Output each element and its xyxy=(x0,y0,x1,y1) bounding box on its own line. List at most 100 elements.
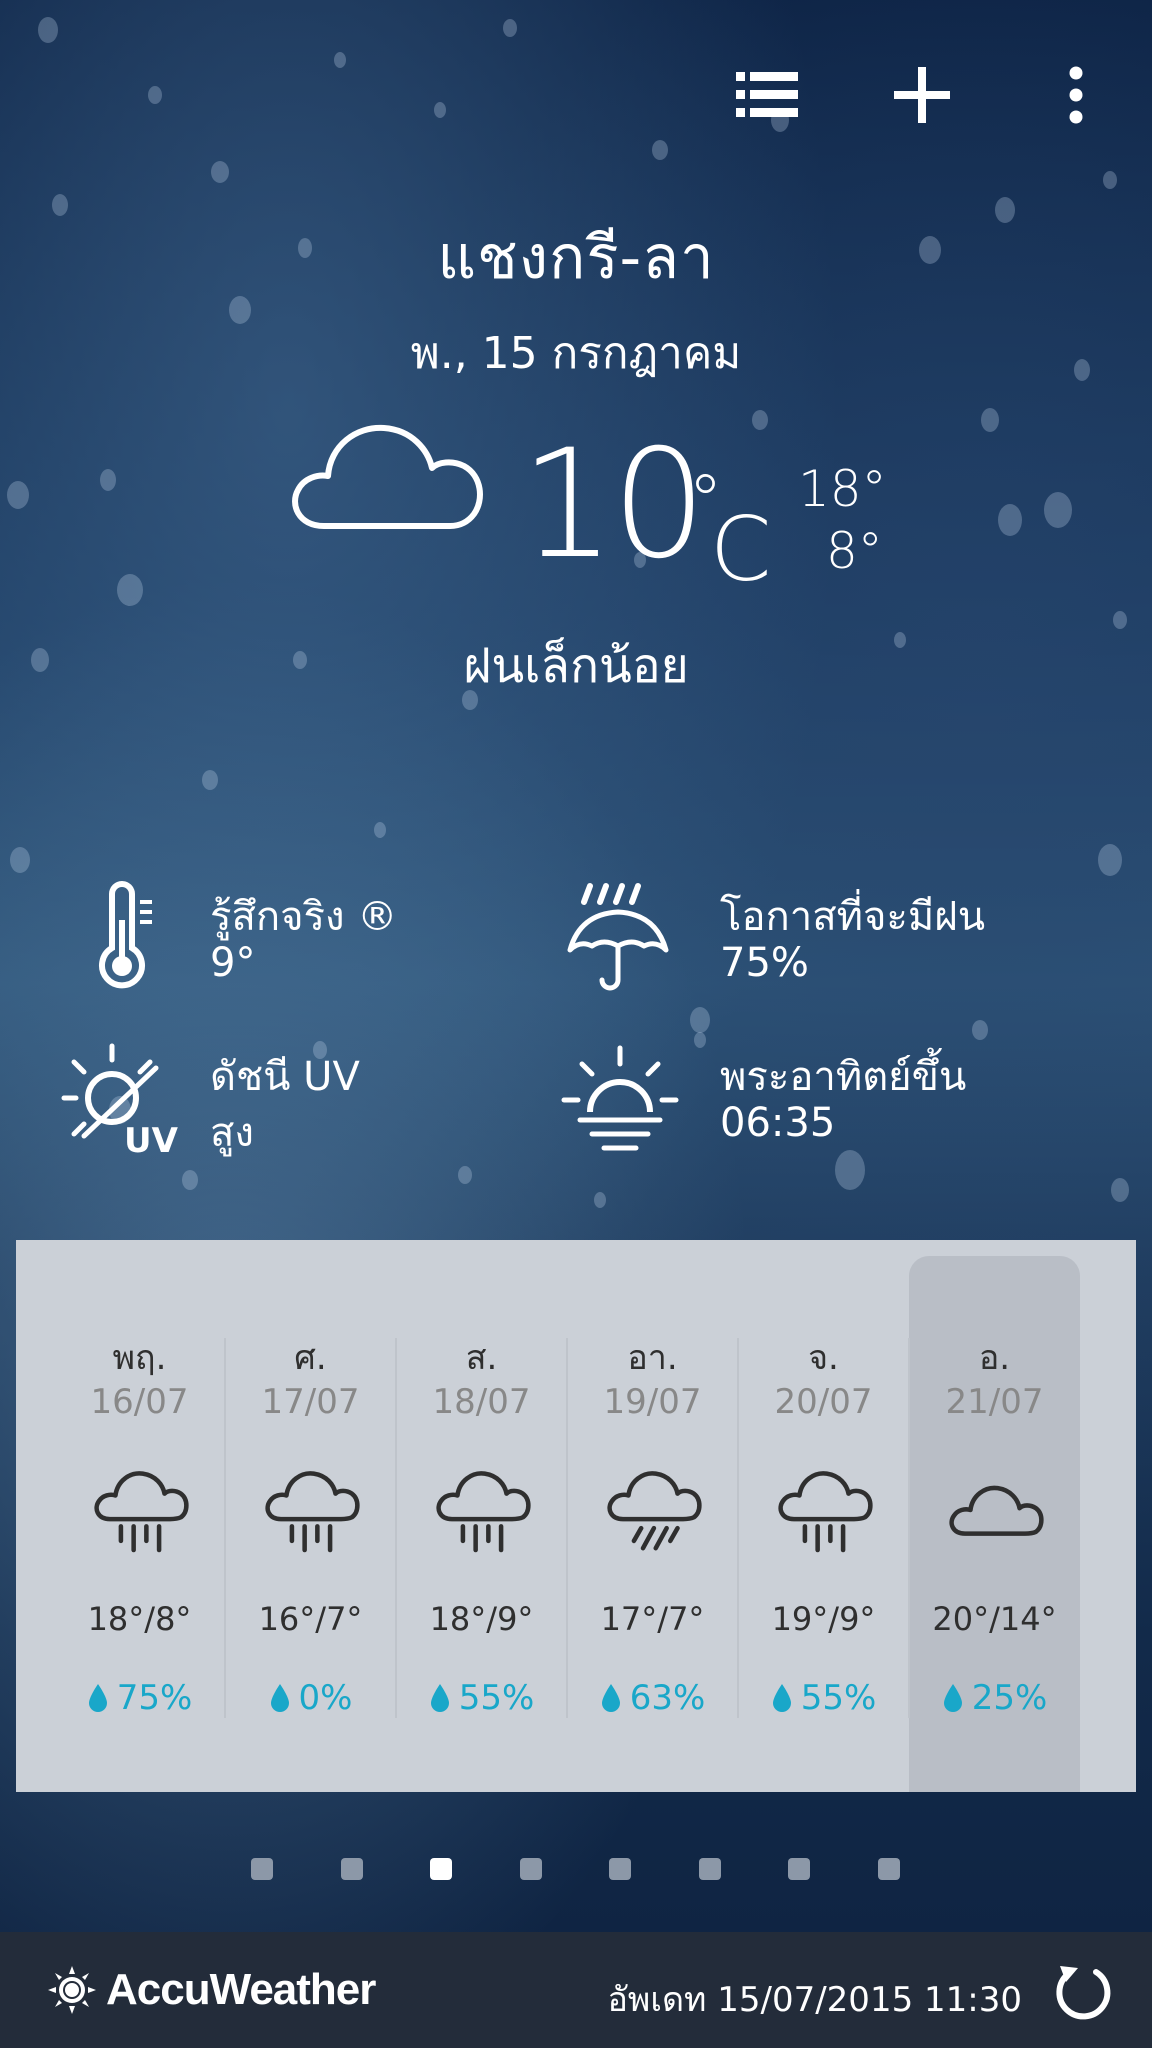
more-icon xyxy=(1069,66,1083,124)
temperature-unit: C xyxy=(710,498,772,601)
forecast-divider xyxy=(737,1338,739,1718)
forecast-divider xyxy=(395,1338,397,1718)
footer-bar: AccuWeather อัพเดท 15/07/2015 11:30 xyxy=(0,1932,1152,2048)
pager-dot[interactable] xyxy=(698,1858,721,1880)
location-list-button[interactable] xyxy=(728,55,808,135)
forecast-day-name: ศ. xyxy=(294,1338,327,1378)
pager-dot[interactable] xyxy=(609,1858,631,1880)
forecast-temperature: 18°/8° xyxy=(87,1600,192,1638)
more-options-button[interactable] xyxy=(1036,55,1116,135)
forecast-temperature: 19°/9° xyxy=(771,1600,876,1638)
pager-dot[interactable] xyxy=(340,1858,363,1880)
forecast-temperature: 17°/7° xyxy=(600,1600,705,1638)
top-toolbar xyxy=(0,55,1152,125)
forecast-rain-chance: 55% xyxy=(396,1678,567,1718)
add-location-button[interactable] xyxy=(882,55,962,135)
thermometer-icon xyxy=(99,881,152,989)
sun-logo-icon xyxy=(48,1966,96,2014)
pager-dot[interactable] xyxy=(877,1858,900,1880)
raindrop-icon xyxy=(772,1684,791,1712)
pager-dot[interactable] xyxy=(788,1858,810,1880)
pager-dot[interactable] xyxy=(251,1858,273,1880)
forecast-date: 20/07 xyxy=(774,1382,873,1422)
list-icon xyxy=(736,72,798,117)
forecast-divider xyxy=(566,1338,568,1718)
current-temperature: 10 xyxy=(520,418,707,592)
forecast-day-name: ส. xyxy=(465,1338,498,1378)
forecast-rain-chance: 0% xyxy=(225,1678,396,1718)
forecast-rain-value: 75% xyxy=(116,1678,193,1718)
svg-text:UV: UV xyxy=(124,1121,179,1160)
low-temperature: 8° xyxy=(826,522,883,580)
current-conditions: 10 ° C 18° 8° xyxy=(0,410,1152,601)
cloud-icon xyxy=(949,1485,1044,1536)
forecast-day-1[interactable]: พฤ. 16/07 18°/8° 75% xyxy=(54,1240,225,1792)
forecast-rain-chance: 63% xyxy=(567,1678,738,1718)
accuweather-logo[interactable]: AccuWeather xyxy=(48,1962,376,2018)
sunrise-icon xyxy=(561,1045,679,1151)
forecast-day-5[interactable]: จ. 20/07 19°/9° 55% xyxy=(738,1240,909,1792)
weather-condition: ฝนเล็กน้อย xyxy=(463,638,689,694)
pager-dot[interactable] xyxy=(430,1858,452,1880)
forecast-day-6[interactable]: อ. 21/07 20°/14° 25% xyxy=(909,1256,1080,1792)
rain-chance-label: โอกาสที่จะมีฝน xyxy=(720,894,986,940)
location-pager xyxy=(0,1858,1152,1884)
daily-forecast-panel: พฤ. 16/07 18°/8° 75% ศ. 17/07 16°/7° 0% ส. 18/07 1… xyxy=(16,1240,1136,1792)
forecast-date: 21/07 xyxy=(945,1382,1044,1422)
city-name: แชงกรี-ลา xyxy=(437,223,715,293)
raindrop-icon xyxy=(88,1684,107,1712)
forecast-rain-value: 63% xyxy=(629,1678,706,1718)
forecast-temperature: 20°/14° xyxy=(932,1600,1057,1638)
cloud-icon xyxy=(292,424,483,529)
forecast-day-3[interactable]: ส. 18/07 18°/9° 55% xyxy=(396,1240,567,1792)
brand-name: AccuWeather xyxy=(106,1965,376,2014)
forecast-day-name: อา. xyxy=(627,1338,678,1378)
current-date: พ., 15 กรกฎาคม xyxy=(410,328,742,379)
rain-cloud-icon xyxy=(265,1471,360,1553)
forecast-day-name: อ. xyxy=(978,1338,1011,1378)
forecast-rain-chance: 55% xyxy=(738,1678,909,1718)
rain-cloud-icon xyxy=(778,1471,873,1553)
high-temperature: 18° xyxy=(798,460,887,518)
feels-like-value: 9° xyxy=(210,940,256,986)
add-icon xyxy=(894,67,950,123)
slanted-rain-cloud-icon xyxy=(607,1471,702,1551)
forecast-day-4[interactable]: อา. 19/07 17°/7° 63% xyxy=(567,1240,738,1792)
pager-dot[interactable] xyxy=(519,1858,542,1880)
uv-index-detail: UV ดัชนี UV สูง xyxy=(60,1040,540,1160)
forecast-day-2[interactable]: ศ. 17/07 16°/7° 0% xyxy=(225,1240,396,1792)
forecast-rain-value: 55% xyxy=(800,1678,877,1718)
rain-cloud-icon xyxy=(94,1471,189,1553)
rain-chance-detail: โอกาสที่จะมีฝน 75% xyxy=(560,880,1040,1000)
uv-index-label: ดัชนี UV xyxy=(210,1054,360,1100)
forecast-rain-chance: 25% xyxy=(909,1678,1080,1718)
forecast-date: 16/07 xyxy=(90,1382,189,1422)
sunrise-label: พระอาทิตย์ขึ้น xyxy=(720,1054,967,1100)
umbrella-rain-icon xyxy=(567,883,669,991)
last-updated: อัพเดท 15/07/2015 11:30 xyxy=(607,1980,1022,2020)
rain-cloud-icon xyxy=(436,1471,531,1553)
feels-like-label: รู้สึกจริง ® xyxy=(210,894,398,940)
uv-index-value: สูง xyxy=(210,1110,254,1156)
forecast-day-name: พฤ. xyxy=(112,1338,167,1378)
forecast-date: 18/07 xyxy=(432,1382,531,1422)
forecast-rain-value: 25% xyxy=(971,1678,1048,1718)
sunrise-detail: พระอาทิตย์ขึ้น 06:35 xyxy=(560,1040,1040,1160)
refresh-icon[interactable] xyxy=(1052,1960,1116,2024)
forecast-date: 17/07 xyxy=(261,1382,360,1422)
forecast-rain-value: 0% xyxy=(298,1678,353,1718)
raindrop-icon xyxy=(601,1684,620,1712)
forecast-temperature: 18°/9° xyxy=(429,1600,534,1638)
uv-sun-icon: UV xyxy=(61,1043,179,1160)
forecast-divider xyxy=(908,1338,910,1718)
forecast-date: 19/07 xyxy=(603,1382,702,1422)
feels-like-detail: รู้สึกจริง ® 9° xyxy=(60,880,540,1000)
forecast-temperature: 16°/7° xyxy=(258,1600,363,1638)
rain-chance-value: 75% xyxy=(720,940,809,986)
forecast-day-name: จ. xyxy=(808,1338,839,1378)
forecast-divider xyxy=(224,1338,226,1718)
raindrop-icon xyxy=(943,1684,962,1712)
raindrop-icon xyxy=(430,1684,449,1712)
sunrise-value: 06:35 xyxy=(720,1100,836,1146)
raindrop-icon xyxy=(270,1684,289,1712)
